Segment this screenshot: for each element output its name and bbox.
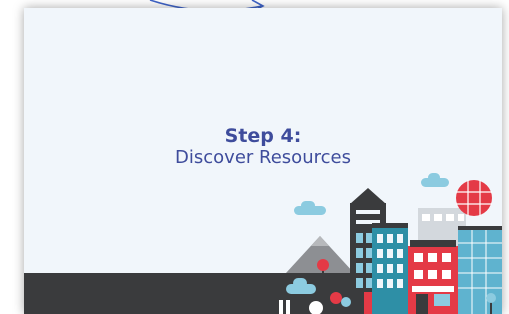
- cloud: [421, 173, 449, 187]
- globe-sphere: [456, 180, 492, 216]
- post: [286, 300, 290, 314]
- post: [279, 300, 283, 314]
- slide[interactable]: Step 4: Discover Resources: [24, 8, 502, 314]
- glass-building: [458, 226, 502, 314]
- cloud: [294, 201, 326, 215]
- presentation-canvas: Step 4: Discover Resources: [0, 0, 509, 314]
- cityscape-illustration: [24, 173, 502, 314]
- red-building: [408, 240, 458, 314]
- teal-building: [372, 223, 408, 314]
